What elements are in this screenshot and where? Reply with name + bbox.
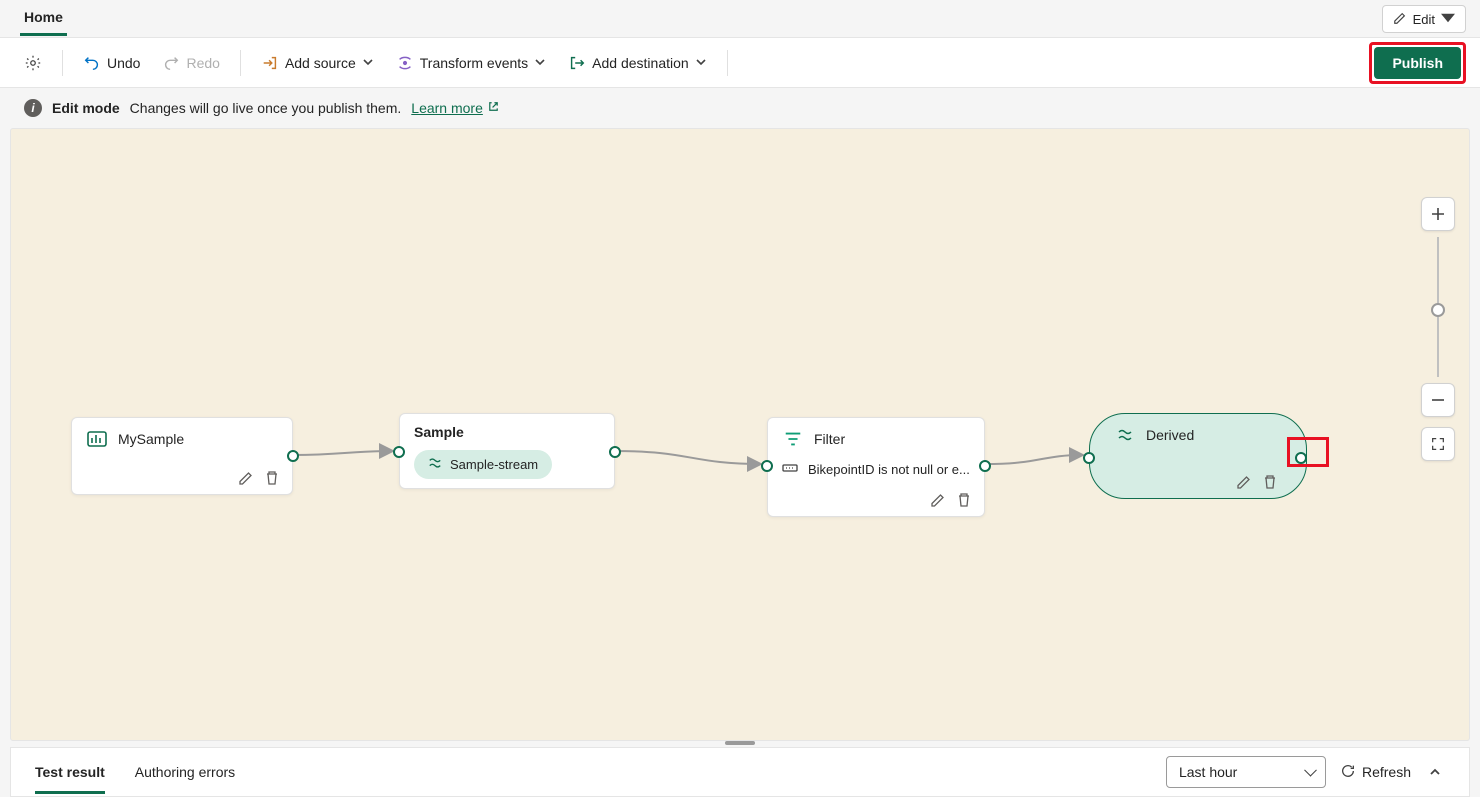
learn-more-label: Learn more [411, 100, 483, 116]
caret-down-icon [1441, 11, 1455, 28]
toolbar-separator [727, 50, 728, 76]
canvas[interactable]: MySample Sample Sample-stream [10, 128, 1470, 741]
node-mysample[interactable]: MySample [71, 417, 293, 495]
info-bar: i Edit mode Changes will go live once yo… [0, 88, 1480, 128]
edit-label: Edit [1413, 12, 1435, 27]
edit-node-button[interactable] [1234, 472, 1254, 492]
stream-icon [428, 456, 442, 473]
sample-stream-pill[interactable]: Sample-stream [414, 450, 552, 479]
settings-button[interactable] [14, 48, 52, 78]
edit-mode-message: Changes will go live once you publish th… [130, 100, 402, 116]
refresh-icon [1340, 763, 1356, 782]
input-port[interactable] [1083, 452, 1095, 464]
zoom-in-button[interactable] [1421, 197, 1455, 231]
output-port[interactable] [979, 460, 991, 472]
fit-to-screen-button[interactable] [1421, 427, 1455, 461]
toolbar: Undo Redo Add source Transform events Ad… [0, 38, 1480, 88]
transform-label: Transform events [420, 55, 528, 71]
delete-node-button[interactable] [262, 468, 282, 488]
input-port[interactable] [761, 460, 773, 472]
transform-icon [396, 54, 414, 72]
node-actions [928, 490, 974, 510]
edit-mode-label: Edit mode [52, 100, 120, 116]
node-header: Filter [768, 418, 984, 460]
tab-authoring-errors[interactable]: Authoring errors [135, 750, 235, 794]
add-source-icon [261, 54, 279, 72]
tab-test-result[interactable]: Test result [35, 750, 105, 794]
node-filter[interactable]: Filter BikepointID is not null or e... [767, 417, 985, 517]
undo-label: Undo [107, 55, 140, 71]
gear-icon [24, 54, 42, 72]
edit-node-button[interactable] [928, 490, 948, 510]
bottom-right-controls: Last hour Refresh [1166, 756, 1445, 788]
node-actions [236, 468, 282, 488]
transform-events-button[interactable]: Transform events [386, 48, 556, 78]
external-link-icon [487, 100, 500, 116]
panel-resize-handle[interactable] [725, 741, 755, 745]
edit-node-button[interactable] [236, 468, 256, 488]
chevron-down-icon [695, 55, 707, 71]
output-port[interactable] [287, 450, 299, 462]
redo-icon [162, 54, 180, 72]
node-sample[interactable]: Sample Sample-stream [399, 413, 615, 489]
tab-home[interactable]: Home [20, 1, 67, 36]
chevron-down-icon [534, 55, 546, 71]
add-destination-label: Add destination [592, 55, 689, 71]
node-title: Sample [414, 424, 464, 440]
bottom-tabs: Test result Authoring errors [35, 748, 235, 796]
top-tab-bar: Home Edit [0, 0, 1480, 38]
refresh-label: Refresh [1362, 764, 1411, 780]
filter-icon [782, 428, 804, 450]
redo-label: Redo [186, 55, 219, 71]
info-icon: i [24, 99, 42, 117]
undo-icon [83, 54, 101, 72]
time-range-select[interactable]: Last hour [1166, 756, 1326, 788]
filter-expression: BikepointID is not null or e... [768, 460, 984, 489]
publish-highlight: Publish [1369, 42, 1466, 84]
stream-source-icon [86, 428, 108, 450]
add-destination-button[interactable]: Add destination [558, 48, 717, 78]
time-range-label: Last hour [1179, 764, 1237, 780]
pencil-icon [1393, 11, 1407, 28]
delete-node-button[interactable] [954, 490, 974, 510]
zoom-out-button[interactable] [1421, 383, 1455, 417]
output-port[interactable] [609, 446, 621, 458]
undo-button[interactable]: Undo [73, 48, 150, 78]
add-destination-icon [568, 54, 586, 72]
node-header: Derived [1090, 414, 1306, 456]
redo-button: Redo [152, 48, 229, 78]
node-title: Filter [814, 431, 845, 447]
publish-button[interactable]: Publish [1374, 47, 1461, 79]
edit-dropdown-button[interactable]: Edit [1382, 5, 1466, 33]
pill-label: Sample-stream [450, 457, 538, 472]
add-source-button[interactable]: Add source [251, 48, 384, 78]
learn-more-link[interactable]: Learn more [411, 100, 500, 116]
toolbar-separator [240, 50, 241, 76]
collapse-panel-button[interactable] [1425, 762, 1445, 782]
node-header: Sample [400, 414, 614, 450]
zoom-slider-track[interactable] [1437, 237, 1439, 377]
derived-output-highlight [1287, 437, 1329, 467]
expression-icon [782, 460, 798, 479]
zoom-slider-thumb[interactable] [1431, 303, 1445, 317]
bottom-panel: Test result Authoring errors Last hour R… [10, 747, 1470, 797]
derived-stream-icon [1114, 424, 1136, 446]
toolbar-separator [62, 50, 63, 76]
input-port[interactable] [393, 446, 405, 458]
add-source-label: Add source [285, 55, 356, 71]
node-actions [1234, 472, 1280, 492]
chevron-down-icon [362, 55, 374, 71]
delete-node-button[interactable] [1260, 472, 1280, 492]
node-derived[interactable]: Derived [1089, 413, 1307, 499]
node-title: Derived [1146, 427, 1194, 443]
node-title: MySample [118, 431, 184, 447]
filter-desc: BikepointID is not null or e... [808, 462, 970, 477]
zoom-controls [1421, 197, 1455, 461]
refresh-button[interactable]: Refresh [1340, 763, 1411, 782]
node-header: MySample [72, 418, 292, 460]
